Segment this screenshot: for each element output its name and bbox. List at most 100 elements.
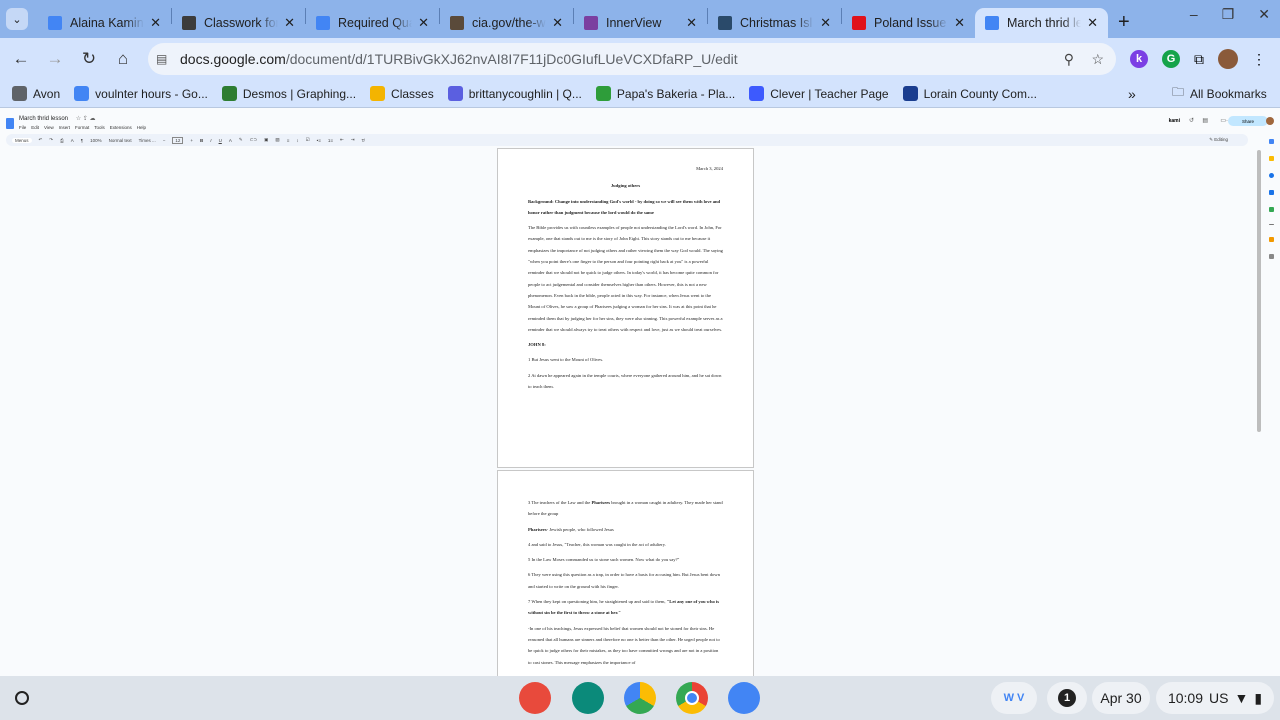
add-icon[interactable]: [1268, 254, 1274, 259]
bookmark-item[interactable]: brittanycoughlin | Q...: [447, 86, 582, 101]
status-tray[interactable]: 10:09 US ▼ ▮: [1156, 682, 1274, 714]
more-bookmarks-icon[interactable]: »: [1128, 86, 1136, 102]
share-button[interactable]: Share: [1228, 116, 1268, 126]
close-tab-icon[interactable]: ✕: [552, 15, 563, 31]
tasks-icon[interactable]: [1268, 173, 1274, 178]
font-size-increase[interactable]: +: [190, 138, 193, 143]
menu-tools[interactable]: Tools: [94, 125, 105, 130]
tab[interactable]: Poland Issue ✕: [842, 8, 975, 38]
grammarly-extension-icon[interactable]: G: [1162, 50, 1180, 68]
new-tab-button[interactable]: +: [1118, 11, 1130, 34]
font-size-decrease[interactable]: −: [163, 138, 166, 143]
zoom-select[interactable]: 100%: [90, 138, 102, 143]
tab-search-button[interactable]: ⌄: [6, 8, 28, 30]
classroom-app-icon[interactable]: [572, 682, 604, 714]
close-tab-icon[interactable]: ✕: [954, 15, 965, 31]
close-tab-icon[interactable]: ✕: [284, 15, 295, 31]
numbered-list-icon[interactable]: 1≡: [328, 138, 333, 143]
menu-icon[interactable]: ⋮: [1252, 51, 1266, 68]
indent-icon[interactable]: ⇤: [340, 137, 344, 143]
menu-file[interactable]: File: [19, 125, 26, 130]
close-window-icon[interactable]: ✕: [1258, 6, 1270, 23]
menu-help[interactable]: Help: [137, 125, 146, 130]
document-title[interactable]: March thrid lesson: [19, 116, 68, 122]
forward-button[interactable]: →: [38, 49, 72, 69]
italic-icon[interactable]: I: [210, 138, 211, 143]
document-page-2[interactable]: 3 The teachers of the Law and the Pharis…: [497, 470, 754, 680]
align-icon[interactable]: ≡: [287, 138, 290, 143]
holding-space-tray[interactable]: W V: [991, 682, 1037, 714]
account-avatar[interactable]: [1266, 117, 1274, 125]
extensions-icon[interactable]: ⧉: [1194, 51, 1204, 68]
redo-icon[interactable]: ↷: [49, 137, 53, 143]
checklist-icon[interactable]: ☑: [306, 137, 310, 143]
reload-button[interactable]: ↻: [72, 49, 106, 69]
undo-icon[interactable]: ↶: [39, 137, 43, 143]
google-drive-icon[interactable]: [624, 682, 656, 714]
tab[interactable]: Required Qua ✕: [306, 8, 439, 38]
calendar-icon[interactable]: [1268, 139, 1274, 144]
site-info-icon[interactable]: ▤: [156, 52, 167, 66]
kami-button[interactable]: kami: [1169, 118, 1180, 124]
editing-mode-select[interactable]: ✎ Editing: [1209, 137, 1228, 143]
bookmark-item[interactable]: Avon: [12, 86, 60, 101]
profile-avatar[interactable]: [1218, 49, 1238, 69]
text-color-icon[interactable]: A: [229, 138, 232, 143]
home-button[interactable]: ⌂: [106, 49, 140, 69]
bold-icon[interactable]: B: [200, 138, 203, 143]
menu-extensions[interactable]: Extensions: [110, 125, 132, 130]
tab[interactable]: InnerView ✕: [574, 8, 707, 38]
addon-icon[interactable]: [1268, 237, 1274, 242]
menu-format[interactable]: Format: [75, 125, 89, 130]
close-tab-icon[interactable]: ✕: [820, 15, 831, 31]
close-tab-icon[interactable]: ✕: [686, 15, 697, 31]
bullets-icon[interactable]: •≡: [317, 138, 321, 143]
document-page-1[interactable]: March 3, 2024 Judging others Background:…: [497, 148, 754, 468]
tab[interactable]: Christmas Isl ✕: [708, 8, 841, 38]
calendar-date-tray[interactable]: Apr 30: [1092, 682, 1150, 714]
bookmark-star-icon[interactable]: ☆: [1091, 51, 1104, 68]
menu-edit[interactable]: Edit: [31, 125, 39, 130]
tab[interactable]: Alaina Kamin ✕: [38, 8, 171, 38]
zoom-icon[interactable]: ⚲: [1064, 51, 1074, 68]
history-icon[interactable]: ↺: [1189, 117, 1194, 124]
address-bar[interactable]: ▤ docs.google.com/document/d/1TURBivGkXJ…: [148, 43, 1116, 75]
style-select[interactable]: Normal text: [109, 138, 132, 143]
close-tab-icon[interactable]: ✕: [1087, 15, 1098, 31]
close-tab-icon[interactable]: ✕: [150, 15, 161, 31]
star-icon[interactable]: ☆ ⇪ ☁: [76, 116, 96, 122]
bookmark-item[interactable]: Clever | Teacher Page: [749, 86, 889, 101]
spellcheck-icon[interactable]: A: [71, 138, 74, 143]
close-tab-icon[interactable]: ✕: [418, 15, 429, 31]
menu-insert[interactable]: Insert: [59, 125, 70, 130]
underline-icon[interactable]: U: [219, 138, 222, 143]
comments-icon[interactable]: ▤: [1202, 117, 1208, 124]
bookmark-item[interactable]: Lorain County Com...: [902, 86, 1037, 101]
document-scrollbar[interactable]: [1257, 150, 1261, 432]
image-icon[interactable]: ▨: [275, 137, 279, 143]
tab[interactable]: March thrid le ✕: [975, 8, 1108, 38]
outdent-icon[interactable]: ⇥: [351, 137, 355, 143]
meet-icon[interactable]: ▭·: [1220, 117, 1228, 124]
clear-format-icon[interactable]: T̸: [362, 138, 365, 143]
font-size-input[interactable]: 12: [172, 136, 184, 144]
menu-search[interactable]: Menus: [12, 137, 32, 143]
minimize-icon[interactable]: –: [1190, 6, 1198, 23]
maps-icon[interactable]: [1268, 207, 1274, 212]
all-bookmarks[interactable]: 🗀 All Bookmarks: [1172, 83, 1267, 104]
keep-icon[interactable]: [1268, 156, 1274, 161]
bookmark-item[interactable]: Classes: [370, 86, 434, 101]
restore-icon[interactable]: ❐: [1222, 6, 1235, 23]
chrome-app-icon[interactable]: [676, 682, 708, 714]
back-button[interactable]: ←: [4, 49, 38, 69]
font-select[interactable]: Times ...: [139, 138, 156, 143]
notification-tray[interactable]: 1: [1047, 682, 1087, 714]
print-icon[interactable]: ⎙: [60, 138, 64, 143]
canvas-app-icon[interactable]: [519, 682, 551, 714]
docs-logo-icon[interactable]: [6, 118, 14, 129]
bookmark-item[interactable]: voulnter hours - Go...: [74, 86, 208, 101]
line-spacing-icon[interactable]: ↕: [296, 138, 298, 143]
link-icon[interactable]: ⊂⊃: [250, 137, 258, 143]
comment-icon[interactable]: ▣: [264, 137, 268, 143]
bookmark-item[interactable]: Desmos | Graphing...: [221, 86, 356, 101]
